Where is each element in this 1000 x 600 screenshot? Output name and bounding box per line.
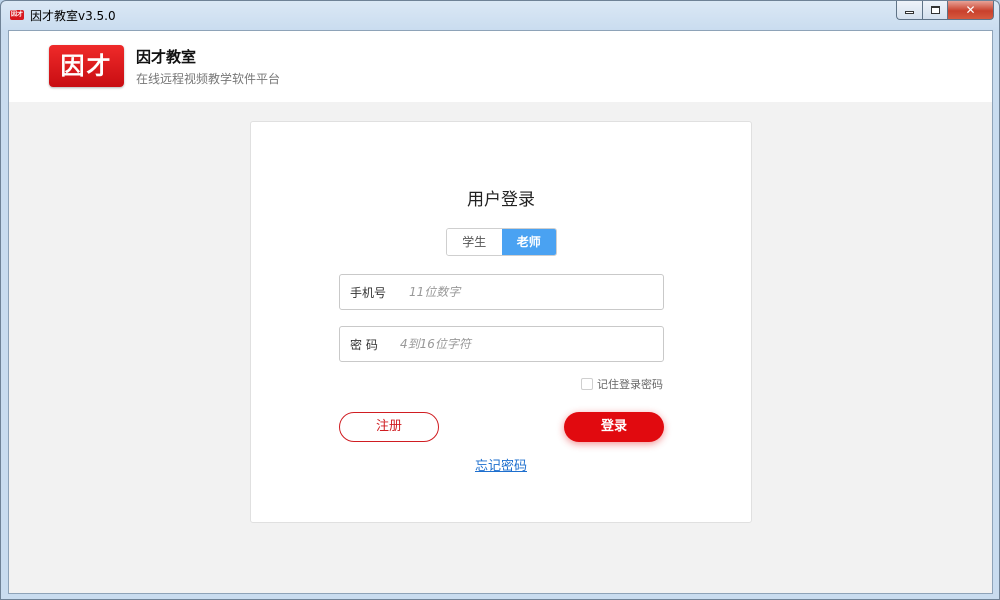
brand-tagline: 在线远程视频教学软件平台: [136, 72, 281, 86]
window-title: 因才教室v3.5.0: [30, 9, 116, 23]
phone-field[interactable]: 手机号: [339, 274, 664, 310]
brand-logo: 因才: [49, 45, 124, 87]
title-bar[interactable]: 因才 因才教室v3.5.0 ✕: [1, 1, 999, 30]
login-button[interactable]: 登录: [564, 412, 664, 442]
app-header: 因才 因才教室 在线远程视频教学软件平台: [9, 31, 992, 102]
role-teacher-tab[interactable]: 老师: [501, 229, 556, 255]
password-label: 密 码: [350, 338, 378, 352]
role-student-tab[interactable]: 学生: [447, 229, 502, 255]
password-field[interactable]: 密 码: [339, 326, 664, 362]
remember-label: 记住登录密码: [597, 378, 663, 391]
forgot-password-row: 忘记密码: [251, 455, 751, 474]
close-icon: ✕: [965, 3, 976, 17]
phone-label: 手机号: [350, 286, 387, 300]
minimize-icon: [905, 11, 914, 14]
remember-checkbox[interactable]: [581, 378, 593, 390]
brand-name: 因才教室: [136, 48, 197, 66]
password-input[interactable]: [400, 335, 640, 353]
register-button[interactable]: 注册: [339, 412, 439, 442]
role-toggle: 学生 老师: [446, 228, 557, 256]
window-controls: ✕: [896, 1, 994, 21]
maximize-icon: [930, 6, 940, 14]
client-area: 因才 因才教室 在线远程视频教学软件平台 用户登录 学生 老师 手机号 密 码 …: [8, 30, 993, 594]
login-card: 用户登录 学生 老师 手机号 密 码 记住登录密码 注册 登录 忘记密码: [250, 121, 752, 523]
remember-password[interactable]: 记住登录密码: [581, 376, 663, 392]
forgot-password-link[interactable]: 忘记密码: [475, 459, 527, 474]
app-window: 因才 因才教室v3.5.0 ✕ 因才 因才教室 在线远程视频教学软件平台 用户登…: [0, 0, 1000, 600]
maximize-button[interactable]: [922, 1, 948, 20]
phone-input[interactable]: [409, 283, 649, 301]
close-button[interactable]: ✕: [948, 1, 994, 20]
login-title: 用户登录: [467, 190, 535, 210]
minimize-button[interactable]: [896, 1, 922, 20]
app-icon: 因才: [10, 10, 24, 20]
